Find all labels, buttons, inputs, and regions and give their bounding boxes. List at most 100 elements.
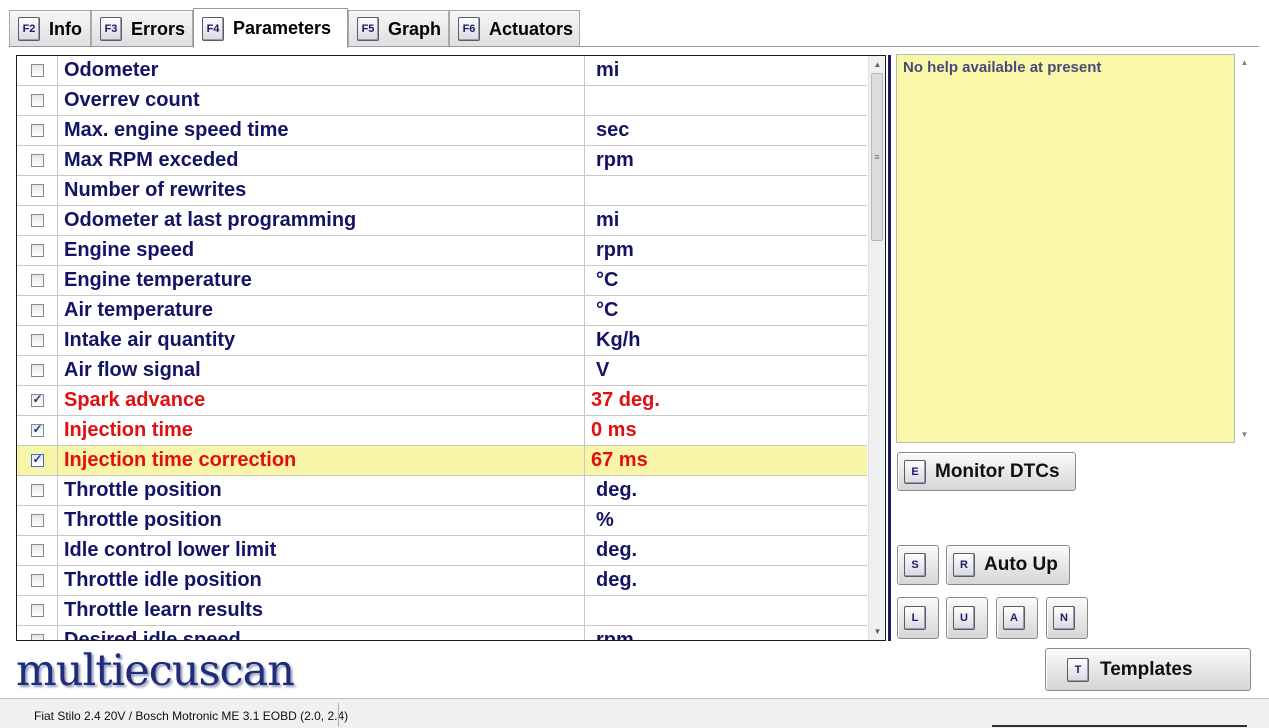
- parameter-value: deg.: [596, 539, 638, 561]
- checkbox-cell: [17, 385, 58, 416]
- table-row[interactable]: Throttle idle position deg.: [17, 565, 867, 596]
- table-row[interactable]: Injection time 0 ms: [17, 415, 867, 446]
- parameter-checkbox[interactable]: [30, 514, 44, 527]
- table-row[interactable]: Max RPM exceded rpm: [17, 145, 867, 176]
- tab-graph[interactable]: F5 Graph: [348, 10, 449, 47]
- help-scroll-up-arrow-icon[interactable]: ▲: [1236, 54, 1253, 71]
- parameter-value: deg.: [596, 479, 638, 501]
- table-row[interactable]: Injection time correction 67 ms: [17, 445, 867, 476]
- table-row[interactable]: Intake air quantity Kg/h: [17, 325, 867, 356]
- checkbox-cell: [17, 415, 58, 446]
- checkbox-cell: [17, 265, 58, 296]
- parameter-checkbox[interactable]: [30, 154, 44, 167]
- multiecuscan-logo: multiecuscan: [16, 646, 295, 696]
- table-row[interactable]: Engine temperature °C: [17, 265, 867, 296]
- parameter-value: %: [596, 509, 614, 531]
- t-key-icon: T: [1067, 657, 1089, 682]
- parameters-scrollbar[interactable]: ▲ ≡ ▼: [868, 56, 885, 640]
- n-button[interactable]: N: [1046, 597, 1088, 639]
- parameter-checkbox[interactable]: [30, 124, 44, 137]
- tab-parameters[interactable]: F4 Parameters: [193, 8, 348, 48]
- table-row[interactable]: Odometer at last programming mi: [17, 205, 867, 236]
- templates-button[interactable]: T Templates: [1045, 648, 1251, 691]
- checkbox-cell: [17, 85, 58, 116]
- checkbox-cell: [17, 235, 58, 266]
- table-row[interactable]: Max. engine speed time sec: [17, 115, 867, 146]
- l-key-icon: L: [904, 606, 926, 630]
- table-row[interactable]: Number of rewrites: [17, 175, 867, 206]
- auto-up-label: Auto Up: [984, 554, 1058, 575]
- table-row[interactable]: Air flow signal V: [17, 355, 867, 386]
- scroll-thumb[interactable]: ≡: [871, 73, 883, 241]
- parameter-checkbox[interactable]: [30, 244, 44, 257]
- help-scroll-down-arrow-icon[interactable]: ▼: [1236, 426, 1253, 443]
- tab-info[interactable]: F2 Info: [9, 10, 91, 47]
- parameter-checkbox[interactable]: [30, 634, 44, 640]
- f4-key-icon: F4: [202, 16, 224, 41]
- parameter-checkbox[interactable]: [30, 392, 44, 407]
- scroll-down-arrow-icon[interactable]: ▼: [869, 623, 885, 640]
- table-row[interactable]: Engine speed rpm: [17, 235, 867, 266]
- parameter-name: Odometer: [58, 56, 585, 86]
- parameter-checkbox[interactable]: [30, 574, 44, 587]
- parameter-checkbox[interactable]: [30, 422, 44, 437]
- table-row[interactable]: Throttle position%: [17, 505, 867, 536]
- checkbox-cell: [17, 445, 58, 476]
- parameter-checkbox[interactable]: [30, 274, 44, 287]
- help-panel: No help available at present: [896, 54, 1235, 443]
- parameter-value: rpm: [596, 629, 634, 641]
- checkbox-cell: [17, 325, 58, 356]
- monitor-dtcs-button[interactable]: E Monitor DTCs: [897, 452, 1076, 491]
- help-text: No help available at present: [903, 59, 1102, 76]
- checkbox-cell: [17, 175, 58, 206]
- parameter-name: Engine temperature: [58, 265, 585, 296]
- table-row[interactable]: Throttle position deg.: [17, 475, 867, 506]
- parameters-table[interactable]: Odometer mi Overrev count Max. engine speed…: [16, 55, 886, 641]
- checkbox-cell: [17, 145, 58, 176]
- parameter-value: V: [596, 359, 610, 381]
- parameter-value: mi: [596, 59, 620, 81]
- a-button[interactable]: A: [996, 597, 1038, 639]
- checkbox-cell: [17, 625, 58, 640]
- parameter-value: rpm: [596, 149, 634, 171]
- s-button[interactable]: S: [897, 545, 939, 585]
- l-button[interactable]: L: [897, 597, 939, 639]
- scroll-up-arrow-icon[interactable]: ▲: [869, 56, 885, 73]
- parameter-checkbox[interactable]: [30, 184, 44, 197]
- parameter-checkbox[interactable]: [30, 484, 44, 497]
- u-button[interactable]: U: [946, 597, 988, 639]
- panel-divider[interactable]: [888, 55, 891, 641]
- parameter-checkbox[interactable]: [30, 64, 44, 77]
- f2-key-icon: F2: [18, 17, 40, 41]
- parameter-name: Spark advance: [58, 385, 585, 416]
- parameter-checkbox[interactable]: [30, 304, 44, 317]
- parameter-name: Max RPM exceded: [58, 145, 585, 176]
- parameter-checkbox[interactable]: [30, 544, 44, 557]
- parameter-checkbox[interactable]: [30, 214, 44, 227]
- parameter-name: Odometer at last programming: [58, 205, 585, 236]
- table-row[interactable]: Idle control lower limit deg.: [17, 535, 867, 566]
- tab-info-label: Info: [49, 18, 82, 39]
- parameter-checkbox[interactable]: [30, 94, 44, 107]
- help-scrollbar[interactable]: ▲ ▼: [1236, 54, 1253, 443]
- table-row[interactable]: Odometer mi: [17, 56, 867, 86]
- s-key-icon: S: [904, 553, 926, 577]
- parameter-name: Number of rewrites: [58, 175, 585, 206]
- checkbox-cell: [17, 205, 58, 236]
- parameter-checkbox[interactable]: [30, 364, 44, 377]
- tab-actuators[interactable]: F6 Actuators: [449, 10, 580, 47]
- table-row[interactable]: Spark advance 37 deg.: [17, 385, 867, 416]
- parameter-checkbox[interactable]: [30, 334, 44, 347]
- parameter-name: Injection time: [58, 415, 585, 446]
- parameter-checkbox[interactable]: [30, 604, 44, 617]
- checkbox-cell: [17, 595, 58, 626]
- table-row[interactable]: Throttle learn results: [17, 595, 867, 626]
- parameter-checkbox[interactable]: [30, 452, 44, 467]
- tab-errors[interactable]: F3 Errors: [91, 10, 193, 47]
- auto-up-button[interactable]: R Auto Up: [946, 545, 1070, 585]
- table-row[interactable]: Air temperature °C: [17, 295, 867, 326]
- status-separator: [338, 703, 339, 727]
- table-row[interactable]: Desired idle speed rpm: [17, 625, 867, 641]
- parameter-value: °C: [596, 299, 619, 321]
- table-row[interactable]: Overrev count: [17, 85, 867, 116]
